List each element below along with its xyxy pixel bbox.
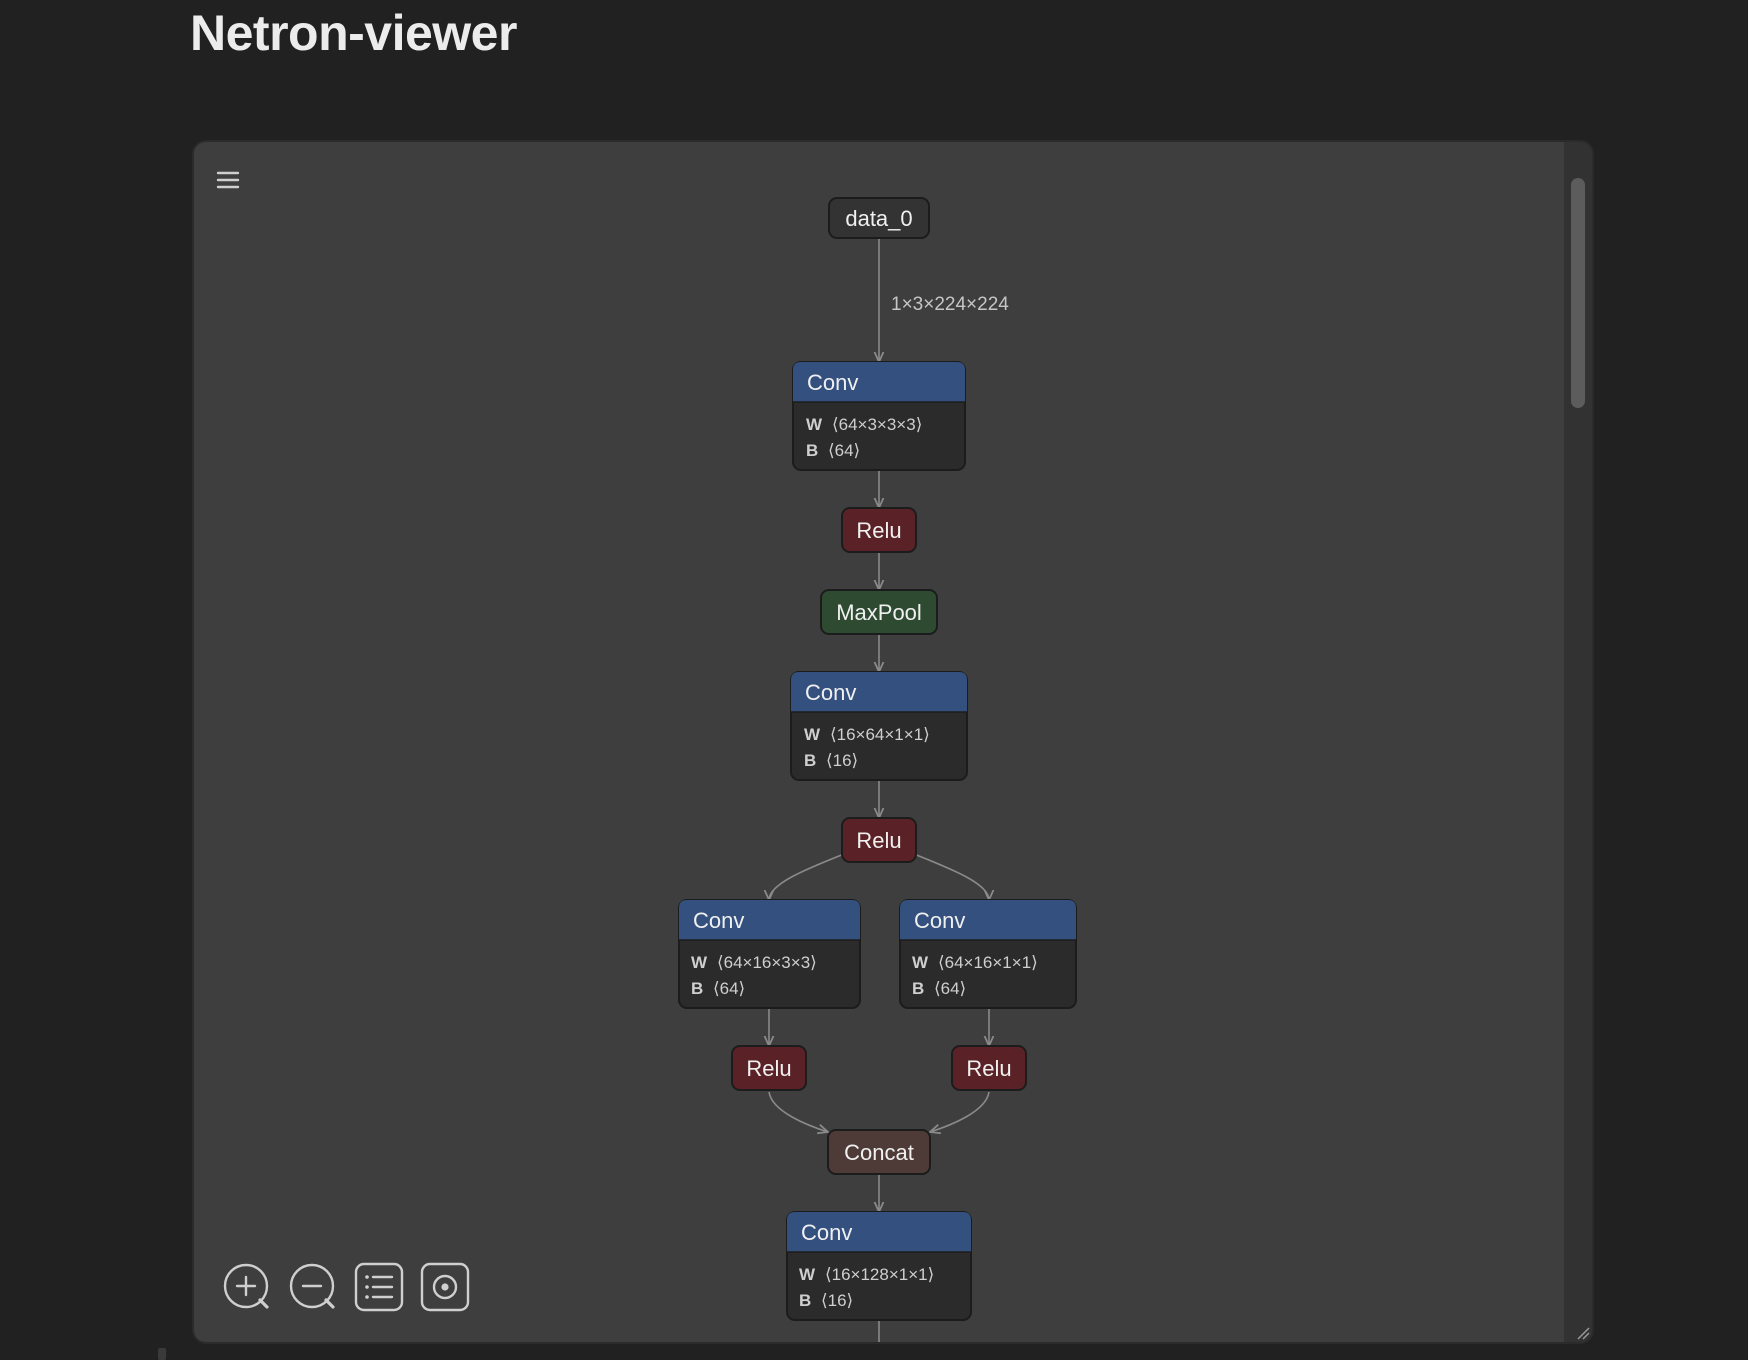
node-relu-3[interactable]: Relu (731, 1045, 807, 1091)
node-conv-3-b-key: B (691, 979, 703, 998)
edge-relu4-concat (930, 1091, 990, 1132)
edge-relu2-conv3 (769, 853, 845, 900)
list-view-button[interactable] (354, 1262, 404, 1312)
node-relu-3-label: Relu (746, 1056, 791, 1081)
node-relu-4-label: Relu (966, 1056, 1011, 1081)
graph-canvas[interactable]: 1×3×224×224 data_0 Conv W ⟨64×3×3×3⟩ B ⟨… (194, 142, 1564, 1342)
scrollbar-thumb[interactable] (1571, 178, 1585, 408)
node-conv-3-w-key: W (691, 953, 708, 972)
node-conv-3-label: Conv (693, 908, 744, 933)
fit-view-button[interactable] (420, 1262, 470, 1312)
page-title: Netron-viewer (190, 5, 517, 61)
hamburger-menu-icon[interactable] (214, 166, 242, 194)
node-conv-3-w-value: ⟨64×16×3×3⟩ (717, 953, 817, 972)
node-data-0-label: data_0 (845, 206, 912, 231)
node-maxpool[interactable]: MaxPool (820, 589, 938, 635)
node-concat[interactable]: Concat (827, 1129, 931, 1175)
node-conv-4-b-value: ⟨64⟩ (934, 979, 966, 998)
node-conv-5-b-key: B (799, 1291, 811, 1310)
page-scroll-indicator (158, 1348, 166, 1360)
node-conv-2[interactable]: Conv W ⟨16×64×1×1⟩ B ⟨16⟩ (790, 671, 968, 781)
node-conv-5[interactable]: Conv W ⟨16×128×1×1⟩ B ⟨16⟩ (786, 1211, 972, 1321)
node-data-0[interactable]: data_0 (828, 197, 930, 239)
node-conv-5-w-key: W (799, 1265, 816, 1284)
node-conv-1-label: Conv (807, 370, 858, 395)
zoom-out-button[interactable] (288, 1262, 338, 1312)
edge-label-input-shape: 1×3×224×224 (891, 294, 1009, 315)
node-conv-2-b-value: ⟨16⟩ (826, 751, 858, 770)
node-relu-2[interactable]: Relu (841, 817, 917, 863)
node-relu-1[interactable]: Relu (841, 507, 917, 553)
node-conv-2-w-key: W (804, 725, 821, 744)
node-conv-4-label: Conv (914, 908, 965, 933)
node-conv-1-b-key: B (806, 441, 818, 460)
node-concat-label: Concat (844, 1140, 914, 1165)
resize-handle-icon[interactable] (1576, 1326, 1590, 1340)
zoom-toolbar (222, 1262, 470, 1312)
edge-relu3-concat (768, 1091, 828, 1132)
edge-relu2-conv4 (913, 853, 989, 900)
node-conv-4-w-value: ⟨64×16×1×1⟩ (938, 953, 1038, 972)
node-conv-3[interactable]: Conv W ⟨64×16×3×3⟩ B ⟨64⟩ (678, 899, 861, 1009)
zoom-in-icon (223, 1263, 269, 1309)
node-conv-2-b-key: B (804, 751, 816, 770)
node-conv-4[interactable]: Conv W ⟨64×16×1×1⟩ B ⟨64⟩ (899, 899, 1077, 1009)
node-conv-5-w-value: ⟨16×128×1×1⟩ (825, 1265, 934, 1284)
node-conv-4-w-key: W (912, 953, 929, 972)
node-conv-3-b-value: ⟨64⟩ (713, 979, 745, 998)
node-relu-4[interactable]: Relu (951, 1045, 1027, 1091)
node-maxpool-label: MaxPool (836, 600, 922, 625)
zoom-in-button[interactable] (222, 1262, 272, 1312)
node-relu-2-label: Relu (856, 828, 901, 853)
node-conv-1-b-value: ⟨64⟩ (828, 441, 860, 460)
node-conv-1-w-key: W (806, 415, 823, 434)
target-icon (420, 1262, 470, 1312)
zoom-out-icon (289, 1263, 335, 1309)
node-conv-2-label: Conv (805, 680, 856, 705)
node-conv-4-b-key: B (912, 979, 924, 998)
model-graph-viewer[interactable]: 1×3×224×224 data_0 Conv W ⟨64×3×3×3⟩ B ⟨… (192, 140, 1594, 1344)
node-conv-5-b-value: ⟨16⟩ (821, 1291, 853, 1310)
node-conv-1-w-value: ⟨64×3×3×3⟩ (832, 415, 922, 434)
node-conv-2-w-value: ⟨16×64×1×1⟩ (830, 725, 930, 744)
node-conv-5-label: Conv (801, 1220, 852, 1245)
vertical-scrollbar[interactable] (1564, 142, 1592, 1342)
node-conv-1[interactable]: Conv W ⟨64×3×3×3⟩ B ⟨64⟩ (792, 361, 966, 471)
node-relu-1-label: Relu (856, 518, 901, 543)
list-icon (354, 1262, 404, 1312)
